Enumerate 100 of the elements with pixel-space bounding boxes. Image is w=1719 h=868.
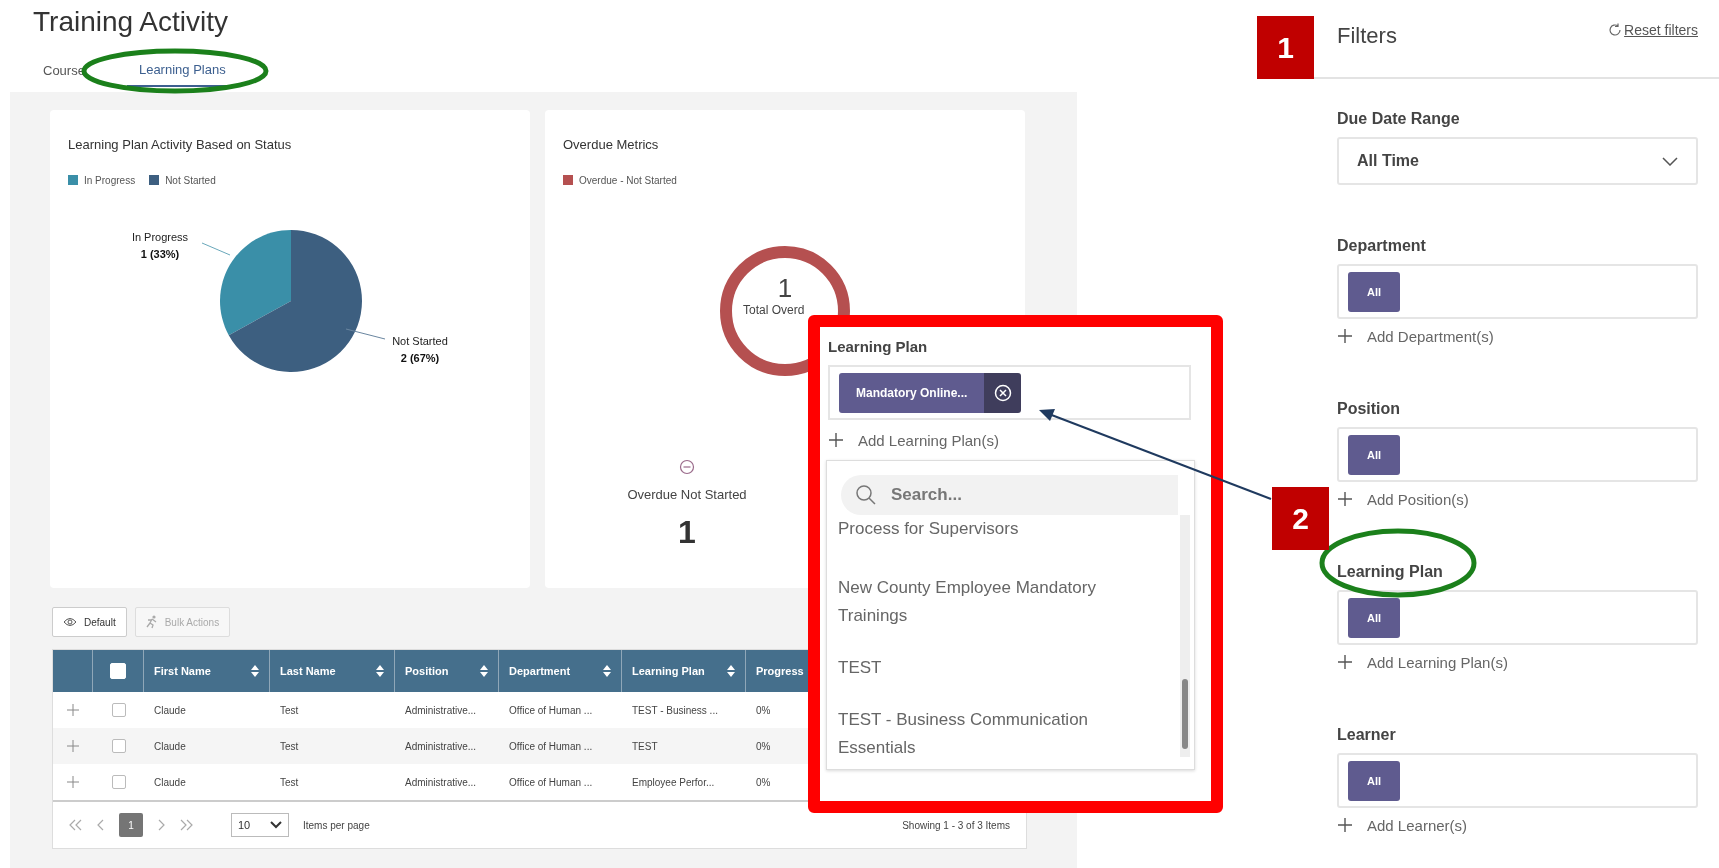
reset-filters-link[interactable]: Reset filters xyxy=(1624,21,1698,38)
table-cell: Office of Human ... xyxy=(509,776,593,788)
sort-icon[interactable] xyxy=(603,665,611,677)
checkbox[interactable] xyxy=(111,703,126,717)
next-page-icon[interactable] xyxy=(157,819,165,831)
plus-icon[interactable] xyxy=(1337,491,1353,507)
view-button[interactable]: Default xyxy=(52,607,127,637)
leader-line xyxy=(345,328,386,340)
selection-field[interactable]: All xyxy=(1337,427,1698,482)
checkbox[interactable] xyxy=(111,739,126,753)
dropdown-option[interactable]: TEST xyxy=(838,654,1138,706)
table-cell: 0% xyxy=(756,704,771,716)
column-header[interactable]: Position xyxy=(405,665,449,677)
last-page-icon[interactable] xyxy=(179,819,193,831)
step-badge: 2 xyxy=(1272,487,1329,550)
date-range-dropdown[interactable]: All Time xyxy=(1337,137,1698,185)
chart-title: Overdue Metrics xyxy=(562,136,660,153)
leader-line xyxy=(201,242,231,256)
table-cell: Test xyxy=(280,740,299,752)
page-title: Training Activity xyxy=(33,6,229,37)
filter-chip[interactable]: All xyxy=(1348,597,1400,638)
runner-icon xyxy=(145,615,158,629)
plus-icon[interactable] xyxy=(1337,654,1353,670)
filter-label: Position xyxy=(1337,400,1402,418)
column-header[interactable]: First Name xyxy=(154,665,211,677)
panel-title: Filters xyxy=(1337,22,1398,49)
selection-field[interactable]: Mandatory Online... xyxy=(828,365,1191,420)
sort-icon[interactable] xyxy=(251,665,259,677)
legend-label: In Progress xyxy=(84,174,136,186)
column-header[interactable]: Learning Plan xyxy=(632,665,705,677)
add-link[interactable]: Add Learner(s) xyxy=(1367,816,1468,834)
sort-icon[interactable] xyxy=(727,665,735,677)
table-cell: 0% xyxy=(756,776,771,788)
expand-icon[interactable] xyxy=(67,704,79,716)
filter-label: Learning Plan xyxy=(1337,563,1444,581)
filter-label: Learner xyxy=(1337,726,1397,744)
dropdown-option[interactable]: Process for Supervisors xyxy=(838,515,1138,574)
eye-icon xyxy=(63,617,77,627)
filter-label: Learning Plan xyxy=(828,338,929,355)
refresh-icon[interactable] xyxy=(1608,22,1623,37)
table-cell: Administrative... xyxy=(405,740,477,752)
table-cell: Administrative... xyxy=(405,776,477,788)
page-button[interactable]: 1 xyxy=(119,813,143,837)
filter-chip[interactable]: All xyxy=(1348,760,1400,801)
dropdown-option[interactable]: TEST - Business Communication Essentials xyxy=(838,706,1138,786)
filter-chip[interactable]: All xyxy=(1348,271,1400,312)
metric-label: Overdue Not Started xyxy=(627,487,747,502)
add-link[interactable]: Add Position(s) xyxy=(1367,490,1469,508)
total-label: Total Overd xyxy=(743,303,805,317)
selection-field[interactable]: All xyxy=(1337,264,1698,319)
table-cell: Administrative... xyxy=(405,704,477,716)
items-per-page-label: Items per page xyxy=(303,819,370,831)
value-label: 1 (33%) xyxy=(140,248,180,260)
sort-icon[interactable] xyxy=(376,665,384,677)
expand-icon[interactable] xyxy=(67,776,79,788)
table-cell: Claude xyxy=(154,740,186,752)
metric-value: 1 xyxy=(678,514,696,550)
sort-icon[interactable] xyxy=(480,665,488,677)
remove-icon[interactable] xyxy=(993,383,1012,402)
table-cell: Office of Human ... xyxy=(509,740,593,752)
value-label: 2 (67%) xyxy=(400,352,440,364)
previous-page-icon[interactable] xyxy=(97,819,105,831)
selection-field[interactable]: All xyxy=(1337,590,1698,645)
plus-icon[interactable] xyxy=(1337,817,1353,833)
filter-chip[interactable]: All xyxy=(1348,434,1400,475)
scrollbar[interactable] xyxy=(1180,515,1190,757)
column-header[interactable]: Progress xyxy=(756,665,804,677)
selection-field[interactable]: All xyxy=(1337,753,1698,808)
step-badge: 1 xyxy=(1257,16,1314,79)
chevron-down-icon xyxy=(270,821,282,829)
slice-label: Not Started xyxy=(392,335,448,347)
add-link[interactable]: Add Learning Plan(s) xyxy=(1367,653,1508,671)
pagination-summary: Showing 1 - 3 of 3 Items xyxy=(902,819,1010,831)
table-cell: 0% xyxy=(756,740,771,752)
search-icon xyxy=(855,484,877,506)
first-page-icon[interactable] xyxy=(69,819,83,831)
column-header[interactable]: Last Name xyxy=(280,665,336,677)
slice-label: In Progress xyxy=(131,231,189,243)
legend-label: Overdue - Not Started xyxy=(579,174,677,186)
legend-label: Not Started xyxy=(165,174,216,186)
table-cell: Office of Human ... xyxy=(509,704,593,716)
add-link[interactable]: Add Learning Plan(s) xyxy=(858,431,999,449)
add-link[interactable]: Add Department(s) xyxy=(1367,327,1494,345)
page-size-dropdown[interactable]: 10 xyxy=(231,813,289,837)
table-cell: Claude xyxy=(154,704,186,716)
column-header[interactable]: Department xyxy=(509,665,571,677)
table-cell: Claude xyxy=(154,776,186,788)
plus-icon[interactable] xyxy=(828,432,844,448)
checkbox[interactable] xyxy=(111,775,126,789)
table-cell: Test xyxy=(280,704,299,716)
filter-label: Department xyxy=(1337,237,1427,255)
plus-icon[interactable] xyxy=(1337,328,1353,344)
table-cell: TEST xyxy=(632,740,658,752)
chart-title: Learning Plan Activity Based on Status xyxy=(67,136,293,153)
dropdown-option[interactable]: New County Employee Mandatory Trainings xyxy=(838,574,1138,654)
chevron-down-icon xyxy=(1662,156,1678,166)
expand-icon[interactable] xyxy=(67,740,79,752)
table-cell: Test xyxy=(280,776,299,788)
search-field[interactable]: Search... xyxy=(841,475,1178,515)
table-cell: TEST - Business ... xyxy=(632,704,718,716)
